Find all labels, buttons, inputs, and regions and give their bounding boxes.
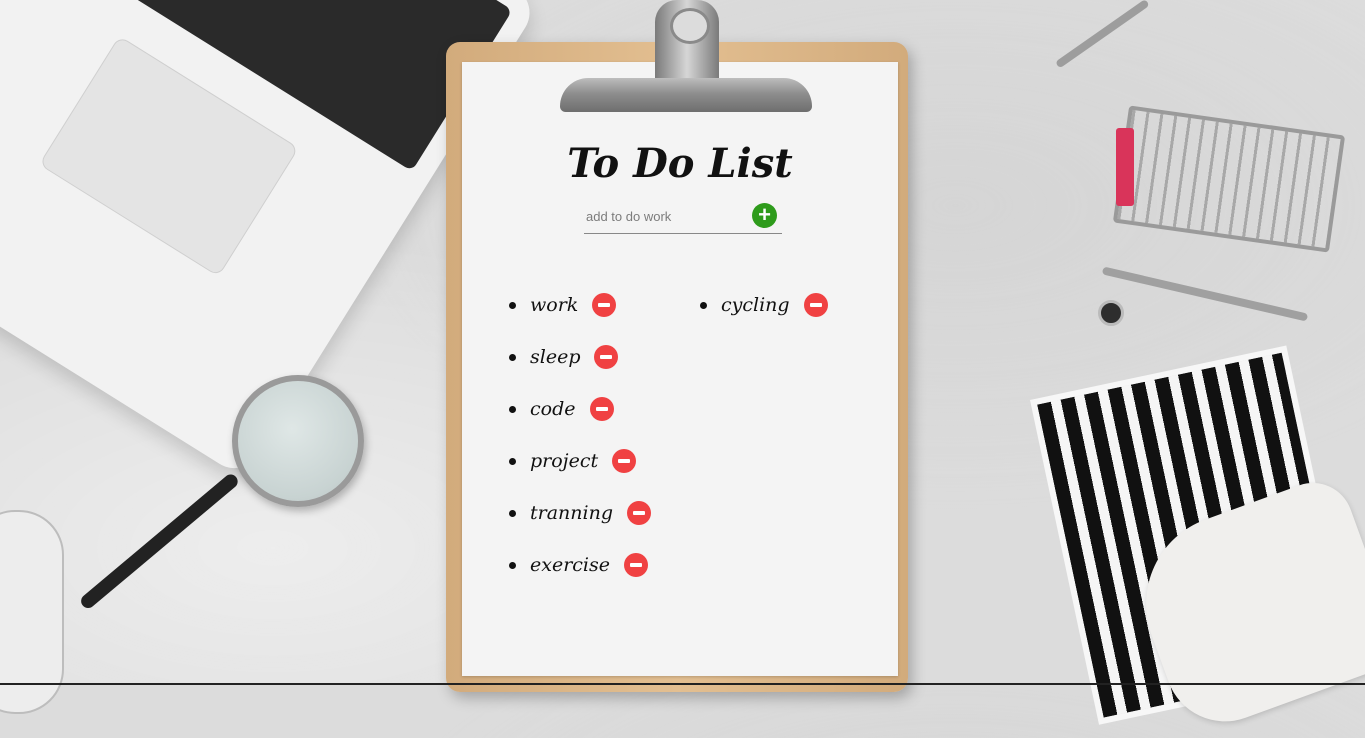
- clip-plate: [560, 78, 812, 112]
- add-todo-row: +: [584, 203, 782, 234]
- remove-button[interactable]: [589, 397, 614, 421]
- bullet-icon: [509, 457, 516, 465]
- plus-icon: +: [758, 202, 771, 227]
- cart-wheel: [1098, 300, 1124, 326]
- todo-item: project: [509, 447, 637, 475]
- bullet-icon: [509, 353, 516, 361]
- bullet-icon: [509, 405, 516, 413]
- magnifier-lens: [232, 375, 364, 507]
- magnifier-handle: [78, 471, 241, 611]
- remove-button[interactable]: [624, 553, 648, 577]
- cart-basket: [1112, 105, 1346, 253]
- cart-base: [1101, 266, 1309, 322]
- remove-button[interactable]: [592, 293, 617, 317]
- todo-item: tranning: [509, 499, 651, 527]
- todo-item: sleep: [509, 343, 619, 371]
- todo-item: exercise: [509, 551, 648, 579]
- todo-text: sleep: [530, 346, 581, 368]
- scissors-decoration: [1055, 0, 1150, 69]
- add-button[interactable]: +: [752, 203, 777, 228]
- bullet-icon: [509, 301, 516, 309]
- todo-text: work: [530, 294, 579, 316]
- todo-text: cycling: [721, 294, 790, 316]
- todo-text: project: [530, 450, 599, 472]
- todo-input[interactable]: [584, 209, 748, 224]
- todo-text: code: [530, 398, 576, 420]
- todo-text: tranning: [530, 502, 613, 524]
- todo-item: work: [509, 291, 617, 319]
- todo-text: exercise: [530, 554, 610, 576]
- bullet-icon: [700, 301, 707, 309]
- todo-item: cycling: [700, 291, 828, 319]
- remove-button[interactable]: [803, 293, 828, 317]
- bullet-icon: [509, 509, 516, 517]
- todo-item: code: [509, 395, 614, 423]
- remove-button[interactable]: [627, 501, 651, 525]
- page-title: To Do List: [567, 140, 793, 187]
- clip-hole: [670, 8, 710, 44]
- remove-button[interactable]: [594, 345, 619, 369]
- bullet-icon: [509, 561, 516, 569]
- cart-handle: [1116, 128, 1134, 206]
- remove-button[interactable]: [612, 449, 637, 473]
